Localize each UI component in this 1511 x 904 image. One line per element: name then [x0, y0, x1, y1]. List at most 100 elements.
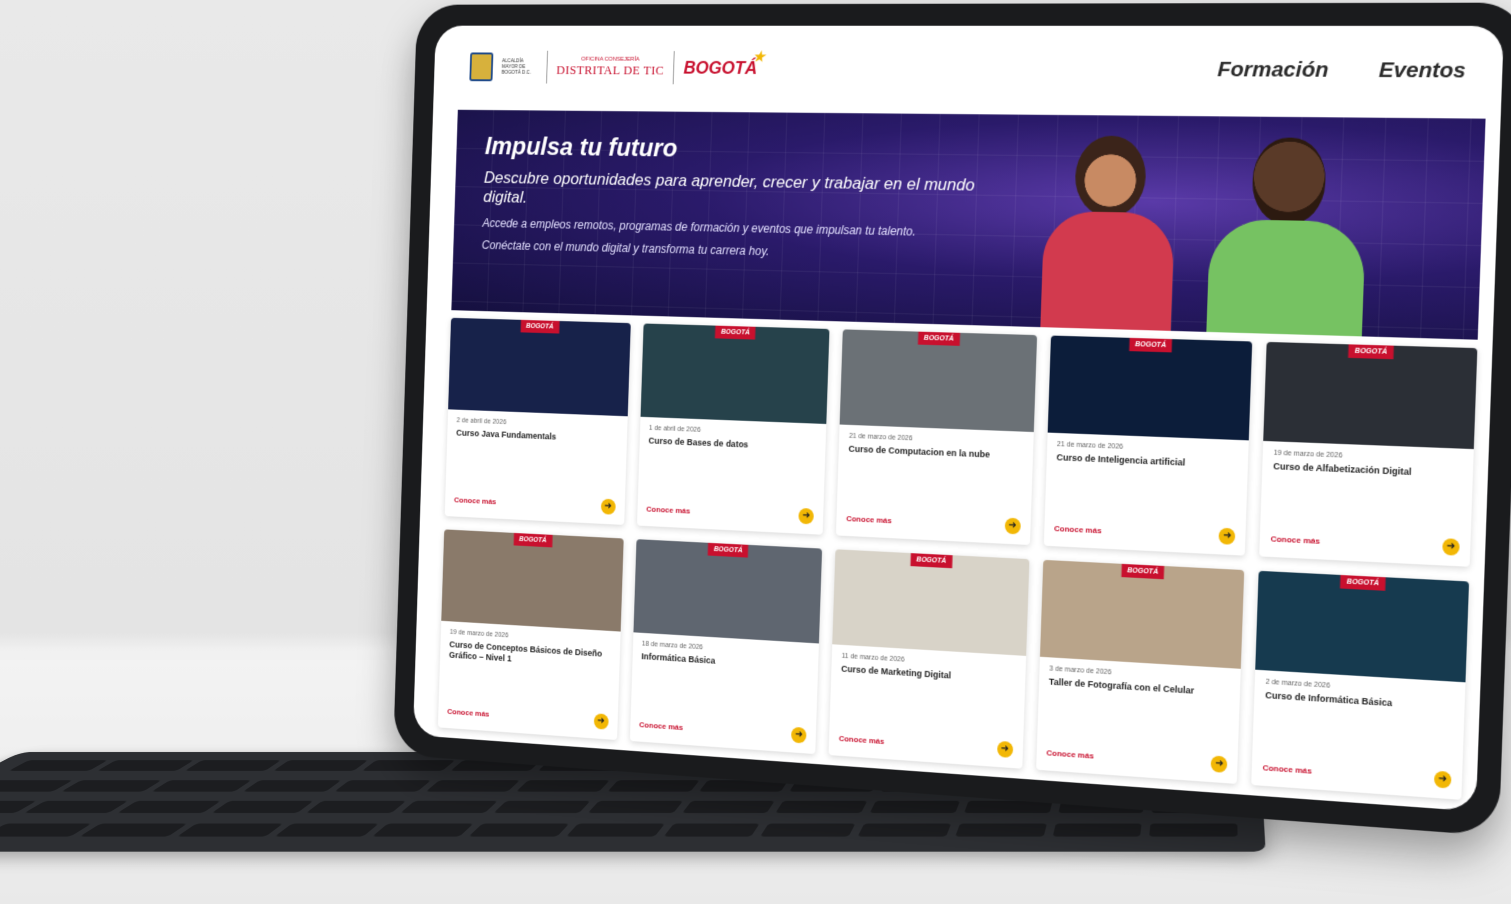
course-actions: Conoce más ➜ — [1054, 520, 1236, 545]
oficina-big: DISTRITAL DE TIC — [556, 62, 665, 78]
keyboard-key — [760, 823, 856, 837]
course-card[interactable]: BOGOTÁ 18 de marzo de 2026 Informática B… — [629, 539, 823, 755]
course-actions: Conoce más ➜ — [846, 510, 1021, 535]
keyboard-key — [663, 823, 761, 837]
divider — [546, 50, 549, 84]
keyboard-key — [1149, 823, 1238, 837]
course-thumbnail: BOGOTÁ — [1047, 335, 1253, 441]
keyboard-key — [566, 823, 665, 837]
course-thumbnail: BOGOTÁ — [1255, 570, 1470, 683]
course-card[interactable]: BOGOTÁ 2 de marzo de 2026 Curso de Infor… — [1251, 570, 1470, 800]
conoce-mas-link[interactable]: Conoce más — [447, 707, 489, 718]
oficina-tic-logo: OFICINA CONSEJERÍA DISTRITAL DE TIC — [556, 57, 664, 79]
tablet: ALCALDÍA MAYOR DE BOGOTÁ D.C. OFICINA CO… — [393, 2, 1511, 837]
bogota-logo: BOGOTÁ ★ — [683, 48, 765, 78]
arrow-right-icon[interactable]: ➜ — [1433, 770, 1452, 789]
course-card-body: 18 de marzo de 2026 Informática Básica C… — [630, 632, 820, 754]
course-title: Curso de Bases de datos — [648, 435, 749, 450]
course-actions: Conoce más ➜ — [839, 730, 1014, 758]
course-grid: BOGOTÁ 2 de abril de 2026 Curso Java Fun… — [437, 317, 1478, 800]
bogota-label: BOGOTÁ — [683, 57, 758, 78]
arrow-right-icon[interactable]: ➜ — [1210, 755, 1228, 773]
keyboard-key — [963, 800, 1053, 814]
course-actions: Conoce más ➜ — [639, 716, 807, 744]
keyboard-key — [361, 760, 455, 771]
hero-subtitle: Descubre oportunidades para aprender, cr… — [483, 168, 975, 207]
keyboard-key — [0, 779, 73, 792]
course-thumbnail: BOGOTÁ — [1039, 559, 1245, 669]
keyboard-key — [372, 823, 475, 837]
arrow-right-icon[interactable]: ➜ — [1218, 527, 1236, 545]
course-card-body: 2 de abril de 2026 Curso Java Fundamenta… — [445, 409, 628, 525]
bogota-badge: BOGOTÁ — [1120, 563, 1165, 580]
nav-eventos[interactable]: Eventos — [1378, 58, 1466, 84]
bogota-badge: BOGOTÁ — [910, 553, 953, 569]
hero-banner: Impulsa tu futuro Descubre oportunidades… — [451, 109, 1486, 340]
bogota-badge: BOGOTÁ — [917, 331, 960, 346]
course-title: Curso Java Fundamentals — [456, 427, 557, 442]
keyboard-key — [334, 779, 431, 792]
keyboard-key — [185, 760, 282, 771]
arrow-right-icon[interactable]: ➜ — [791, 726, 807, 744]
keyboard-key — [274, 823, 379, 837]
course-card[interactable]: BOGOTÁ 21 de marzo de 2026 Curso de Inte… — [1043, 335, 1253, 556]
keyboard-key — [177, 823, 284, 837]
course-card-body: 19 de marzo de 2026 Curso de Conceptos B… — [438, 621, 620, 740]
conoce-mas-link[interactable]: Conoce más — [1270, 534, 1320, 546]
keyboard-key — [516, 779, 611, 792]
course-card[interactable]: BOGOTÁ 11 de marzo de 2026 Curso de Mark… — [828, 549, 1030, 769]
keyboard-key — [587, 800, 683, 814]
course-card[interactable]: BOGOTÁ 1 de abril de 2026 Curso de Bases… — [636, 323, 830, 535]
course-thumbnail: BOGOTÁ — [441, 529, 624, 632]
arrow-right-icon[interactable]: ➜ — [593, 713, 609, 730]
course-card-body: 3 de marzo de 2026 Taller de Fotografía … — [1036, 657, 1241, 784]
bogota-badge: BOGOTÁ — [1128, 337, 1173, 353]
main-nav: Formación Eventos — [1217, 58, 1466, 84]
course-actions: Conoce más ➜ — [646, 501, 815, 525]
conoce-mas-link[interactable]: Conoce más — [846, 514, 892, 525]
keyboard-key — [857, 823, 952, 837]
bogota-badge: BOGOTÁ — [520, 319, 560, 334]
keyboard-key — [681, 800, 776, 814]
course-card[interactable]: BOGOTÁ 2 de abril de 2026 Curso Java Fun… — [444, 317, 631, 525]
site-header: ALCALDÍA MAYOR DE BOGOTÁ D.C. OFICINA CO… — [433, 26, 1504, 117]
conoce-mas-link[interactable]: Conoce más — [1046, 748, 1094, 760]
conoce-mas-link[interactable]: Conoce más — [454, 495, 496, 506]
arrow-right-icon[interactable]: ➜ — [798, 507, 815, 525]
hero-text: Impulsa tu futuro Descubre oportunidades… — [481, 131, 1009, 273]
hero-paragraph-1: Accede a empleos remotos, programas de f… — [482, 216, 917, 239]
conoce-mas-link[interactable]: Conoce más — [1054, 523, 1102, 534]
course-title: Curso de Computacion en la nube — [848, 443, 991, 460]
course-card[interactable]: BOGOTÁ 19 de marzo de 2026 Curso de Alfa… — [1259, 341, 1478, 567]
logo-group[interactable]: ALCALDÍA MAYOR DE BOGOTÁ D.C. OFICINA CO… — [469, 48, 765, 85]
conoce-mas-link[interactable]: Conoce más — [839, 733, 885, 745]
keyboard-key — [243, 779, 342, 792]
conoce-mas-link[interactable]: Conoce más — [646, 504, 690, 515]
conoce-mas-link[interactable]: Conoce más — [1262, 763, 1312, 776]
course-actions: Conoce más ➜ — [1262, 759, 1452, 789]
keyboard-key — [117, 800, 222, 814]
tablet-screen: ALCALDÍA MAYOR DE BOGOTÁ D.C. OFICINA CO… — [412, 25, 1504, 812]
course-thumbnail: BOGOTÁ — [839, 329, 1037, 433]
course-actions: Conoce más ➜ — [1270, 530, 1460, 556]
course-card-body: 2 de marzo de 2026 Curso de Informática … — [1252, 670, 1466, 800]
keyboard-key — [61, 779, 163, 792]
keyboard-key — [23, 800, 129, 814]
bogota-badge: BOGOTÁ — [708, 542, 749, 558]
course-actions: Conoce más ➜ — [1046, 744, 1228, 773]
course-card[interactable]: BOGOTÁ 3 de marzo de 2026 Taller de Foto… — [1035, 559, 1245, 784]
course-card[interactable]: BOGOTÁ 19 de marzo de 2026 Curso de Conc… — [437, 529, 624, 741]
keyboard-key — [273, 760, 368, 771]
conoce-mas-link[interactable]: Conoce más — [639, 720, 683, 732]
arrow-right-icon[interactable]: ➜ — [1004, 517, 1021, 535]
course-actions: Conoce más ➜ — [447, 703, 609, 730]
course-card-body: 1 de abril de 2026 Curso de Bases de dat… — [637, 417, 827, 535]
course-actions: Conoce más ➜ — [454, 492, 616, 515]
course-card[interactable]: BOGOTÁ 21 de marzo de 2026 Curso de Comp… — [836, 329, 1037, 546]
keyboard-key — [493, 800, 591, 814]
keyboard-key — [152, 779, 252, 792]
arrow-right-icon[interactable]: ➜ — [600, 498, 616, 515]
arrow-right-icon[interactable]: ➜ — [996, 740, 1014, 758]
arrow-right-icon[interactable]: ➜ — [1442, 538, 1460, 556]
nav-formacion[interactable]: Formación — [1217, 58, 1329, 83]
